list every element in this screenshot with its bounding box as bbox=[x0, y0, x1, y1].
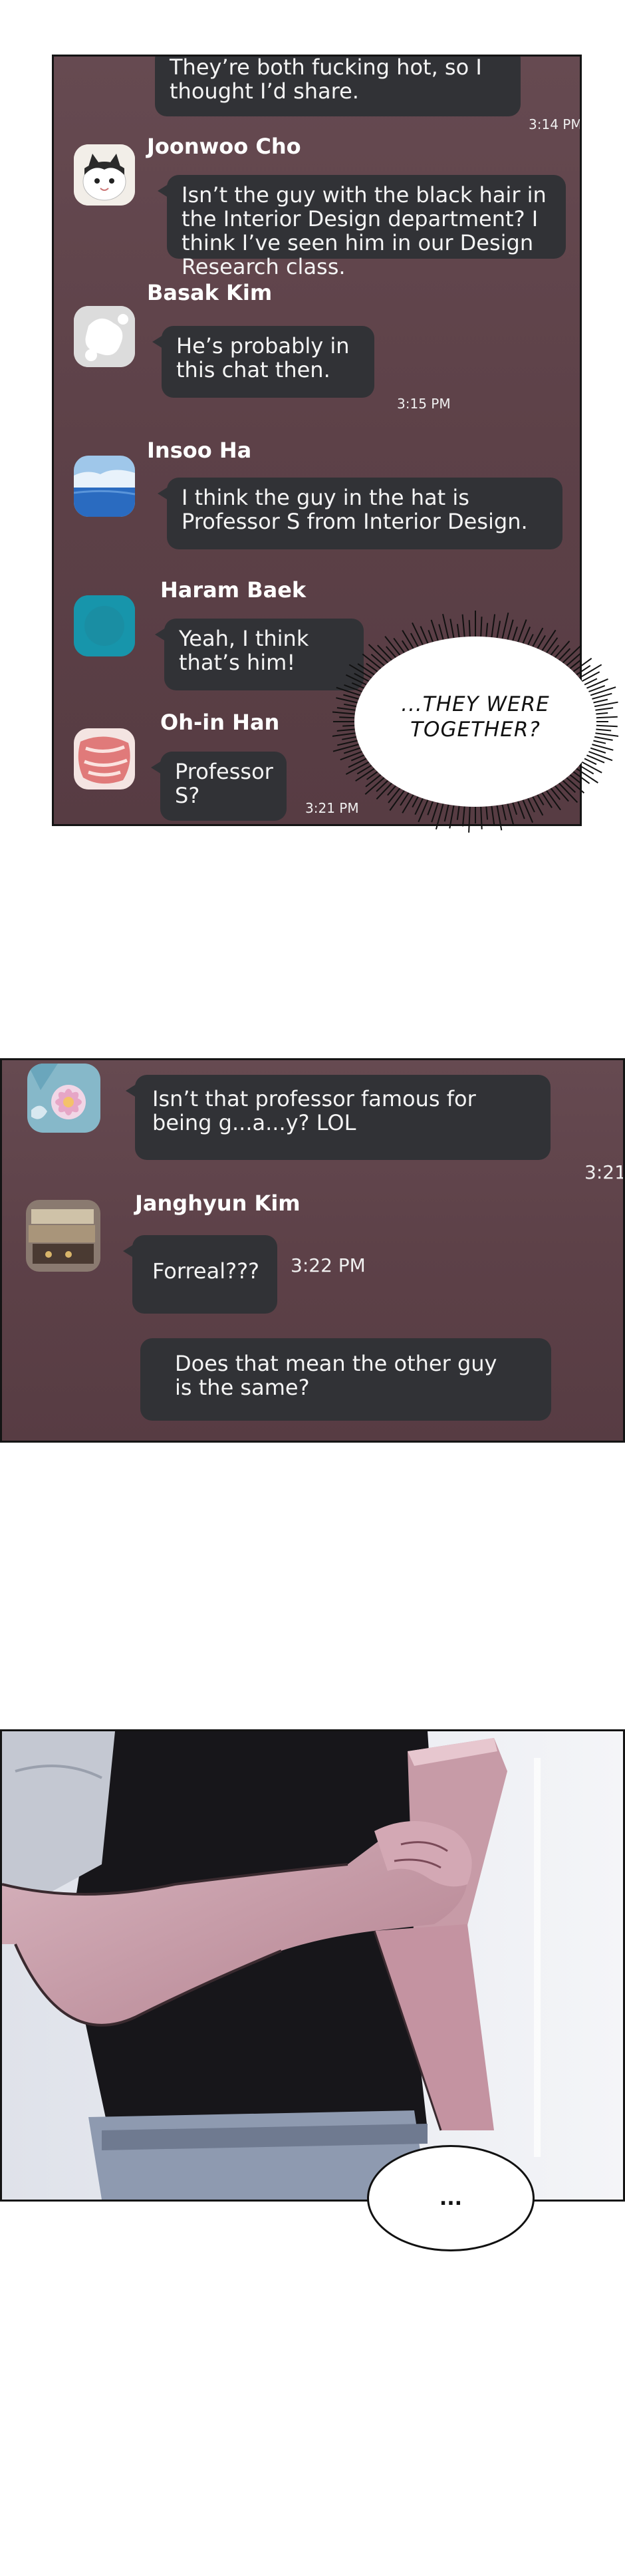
speech-text: ... bbox=[439, 2186, 463, 2210]
message-time: 3:22 PM bbox=[291, 1254, 366, 1276]
message-bubble: He’s probably in this chat then. bbox=[152, 326, 374, 398]
message-bubble: Forreal??? bbox=[123, 1235, 277, 1314]
chat-panel-2: Isn’t that professor famous for being g.… bbox=[0, 1058, 625, 1443]
avatar-haram-baek bbox=[74, 595, 135, 656]
avatar-joonwoo-cho bbox=[74, 144, 135, 206]
message-text: Does that mean the other guy is the same… bbox=[175, 1351, 497, 1400]
message-text: Isn’t that professor famous for being g.… bbox=[152, 1086, 476, 1135]
sender-name: Joonwoo Cho bbox=[147, 134, 301, 159]
blob-avatar-icon bbox=[74, 306, 135, 367]
message-bubble: Professor S? bbox=[151, 752, 287, 821]
sender-name: Janghyun Kim bbox=[135, 1191, 301, 1216]
sender-name: Basak Kim bbox=[147, 280, 273, 305]
message-text: Forreal??? bbox=[152, 1258, 260, 1284]
meat-avatar-icon bbox=[74, 728, 135, 789]
message-text: He’s probably in this chat then. bbox=[176, 333, 350, 382]
teal-avatar-icon bbox=[74, 595, 135, 656]
arm-and-torso-illustration bbox=[2, 1731, 623, 2200]
message-text: They’re both fucking hot, so I thought I… bbox=[170, 55, 482, 104]
message-bubble: Isn’t that professor famous for being g.… bbox=[126, 1075, 551, 1160]
message-bubble: They’re both fucking hot, so I thought I… bbox=[155, 55, 521, 116]
sender-name: Haram Baek bbox=[160, 577, 307, 603]
shock-speech-bubble: ...THEY WERE TOGETHER? bbox=[332, 609, 618, 835]
sender-name: Insoo Ha bbox=[147, 438, 252, 463]
message-text: Isn’t the guy with the black hair in the… bbox=[182, 182, 547, 279]
cat-avatar-icon bbox=[74, 144, 135, 206]
message-text: Yeah, I think that’s him! bbox=[179, 626, 309, 675]
illustration-panel bbox=[0, 1729, 625, 2202]
avatar-janghyun-kim bbox=[26, 1200, 100, 1272]
message-text: Professor S? bbox=[175, 759, 273, 808]
message-text: I think the guy in the hat is Professor … bbox=[182, 485, 528, 534]
avatar-oh-in-han bbox=[74, 728, 135, 789]
books-avatar-icon bbox=[26, 1200, 100, 1272]
avatar-insoo-ha bbox=[74, 456, 135, 517]
message-time: 3:15 PM bbox=[397, 396, 451, 412]
message-time: 3:21 bbox=[584, 1161, 625, 1183]
message-time: 3:14 PM bbox=[529, 116, 582, 132]
sender-name: Oh-in Han bbox=[160, 710, 280, 735]
message-bubble: Does that mean the other guy is the same… bbox=[140, 1338, 551, 1421]
avatar-basak-kim bbox=[74, 306, 135, 367]
avatar-floral bbox=[27, 1064, 100, 1133]
flower-avatar-icon bbox=[27, 1064, 100, 1133]
speech-text: ...THEY WERE TOGETHER? bbox=[401, 692, 550, 742]
message-bubble: Isn’t the guy with the black hair in the… bbox=[158, 175, 566, 279]
ellipsis-speech-bubble: ... bbox=[367, 2145, 535, 2251]
message-bubble: I think the guy in the hat is Professor … bbox=[158, 478, 562, 549]
sky-avatar-icon bbox=[74, 456, 135, 517]
